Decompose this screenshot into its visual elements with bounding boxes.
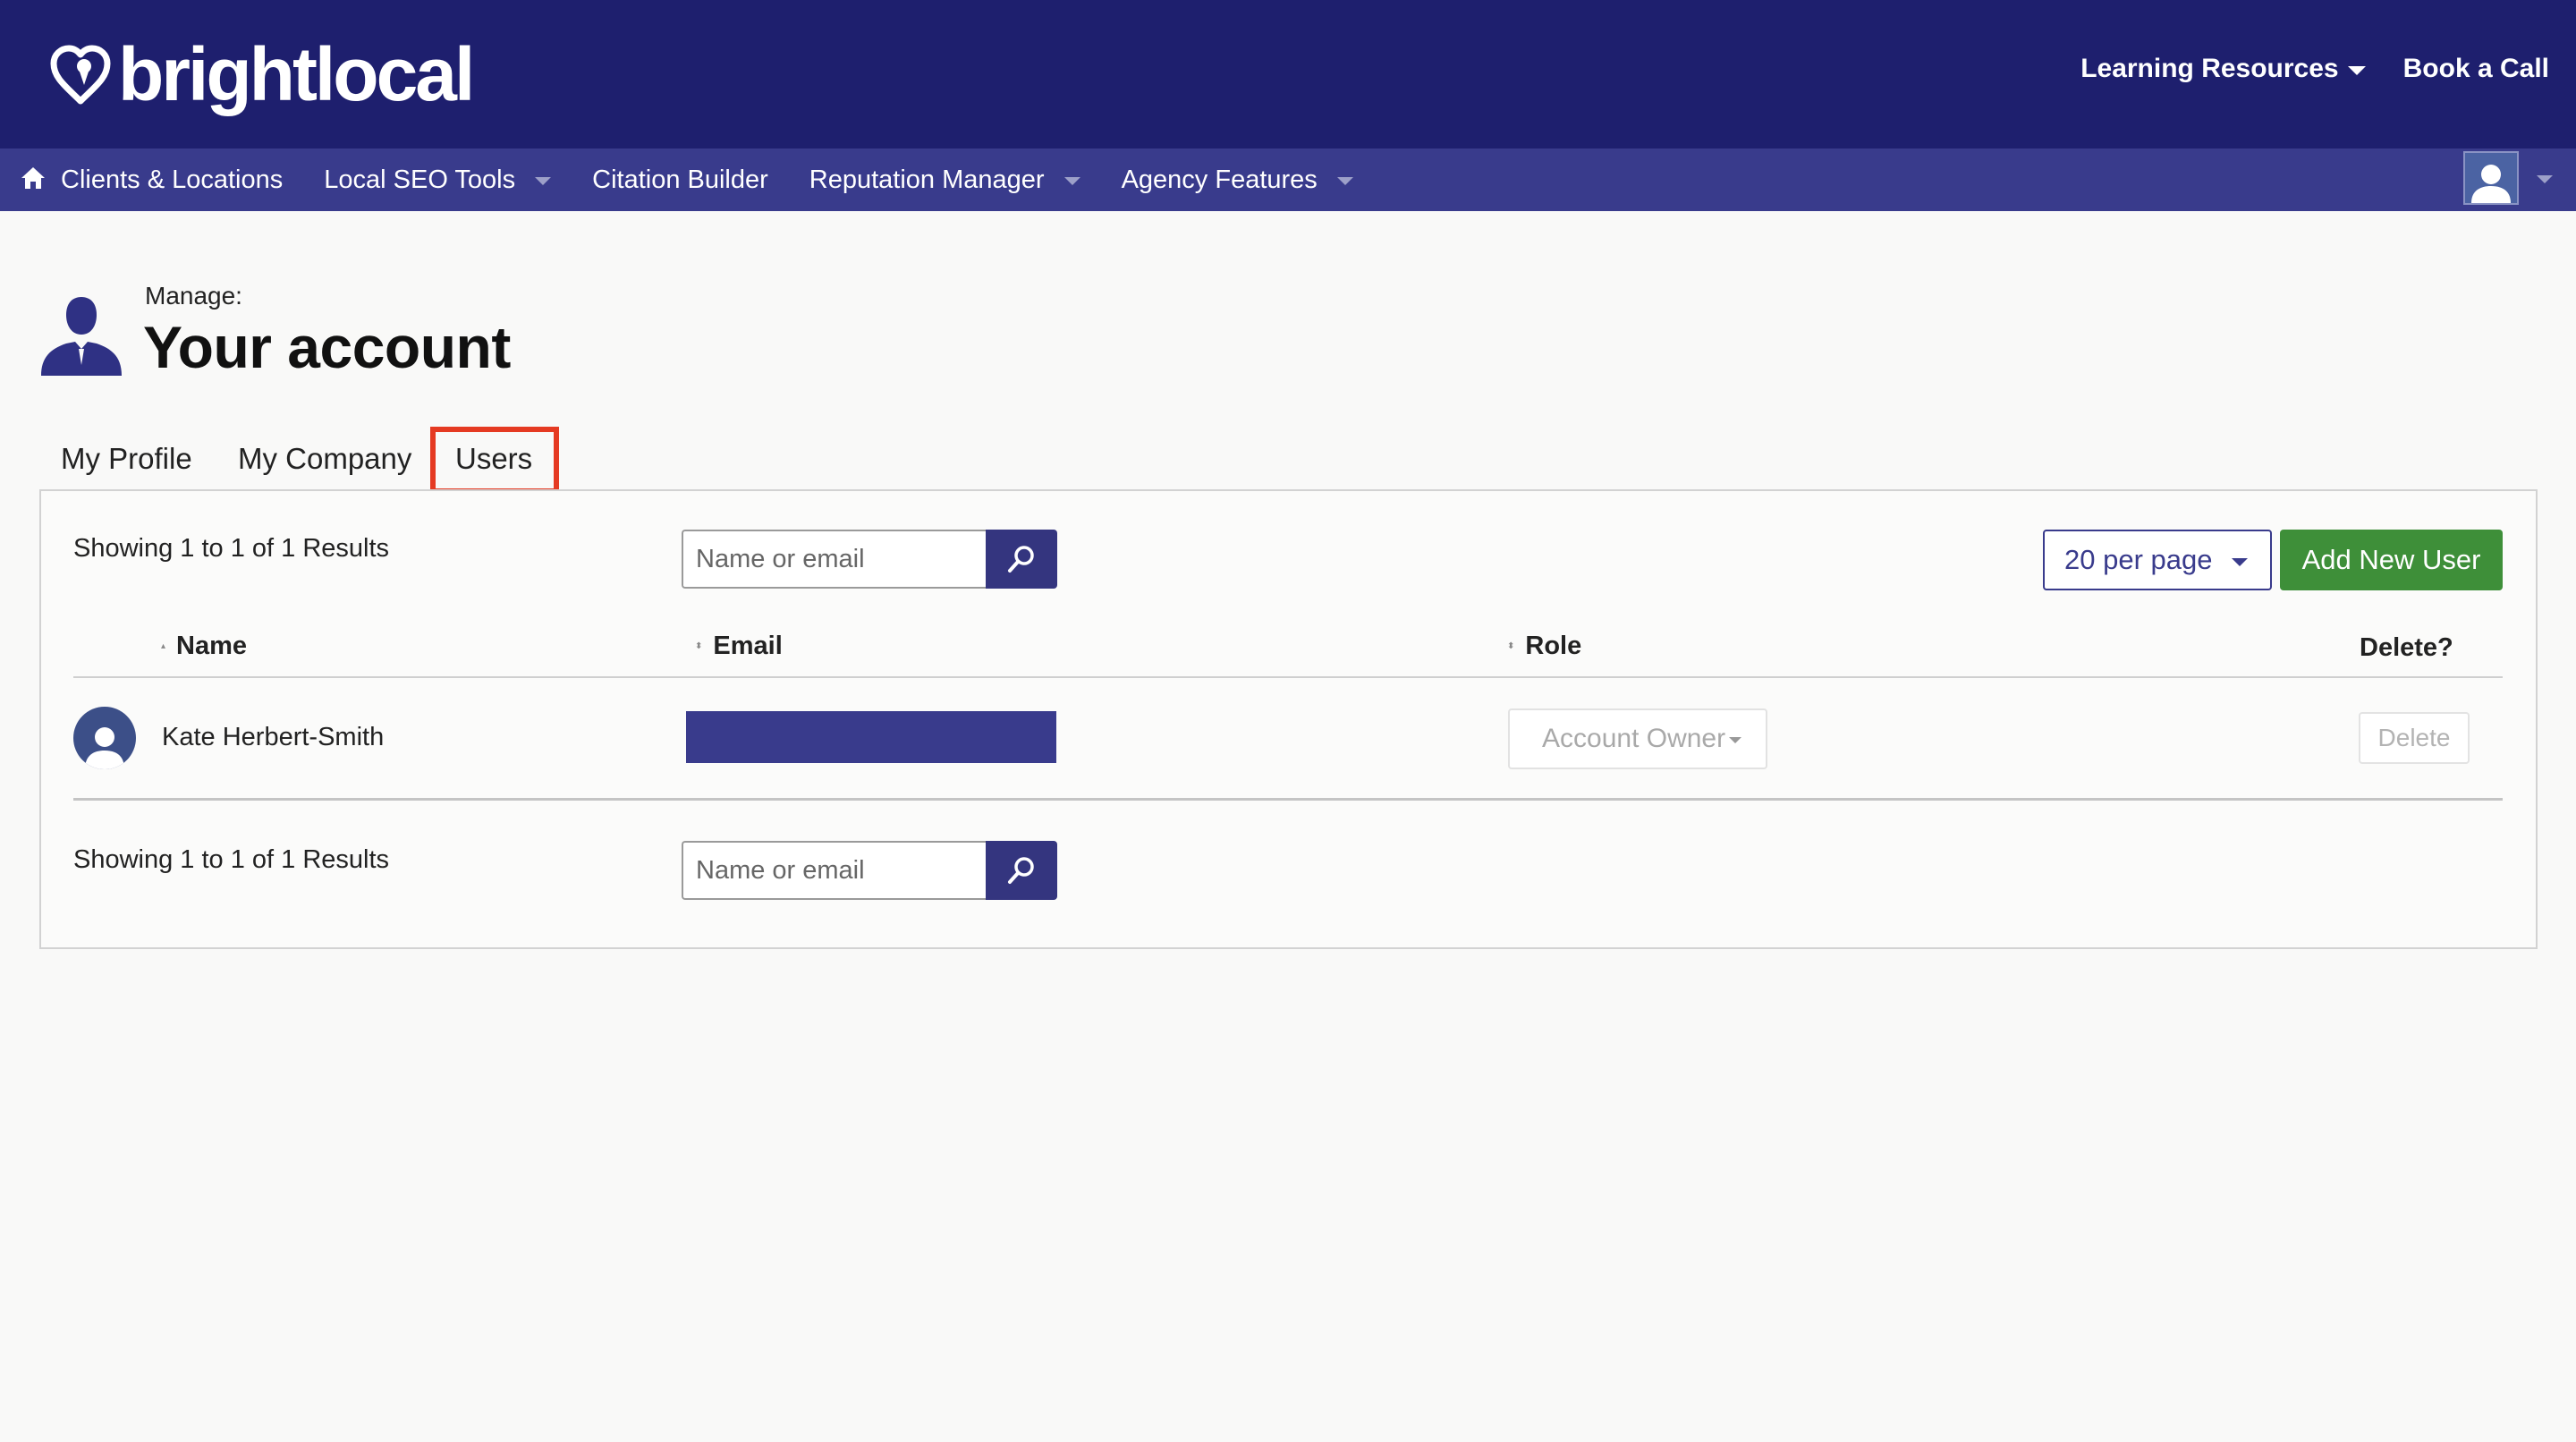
- nav-item-clients-locations[interactable]: Clients & Locations: [61, 165, 283, 195]
- page-title: Your account: [143, 314, 511, 380]
- search-icon: [1008, 857, 1034, 884]
- per-page-label: 20 per page: [2064, 544, 2213, 575]
- column-label: Delete?: [2360, 633, 2453, 662]
- nav-item-local-seo-tools[interactable]: Local SEO Tools: [324, 165, 552, 195]
- top-links: Learning Resources Book a Call: [2080, 54, 2549, 84]
- column-header-delete: Delete?: [2360, 633, 2453, 663]
- user-avatar-icon: [85, 727, 124, 769]
- column-header-email[interactable]: ⬍ Email: [695, 632, 783, 661]
- main-nav: Clients & Locations Local SEO Tools Cita…: [0, 148, 2576, 211]
- learning-resources-menu[interactable]: Learning Resources: [2080, 54, 2366, 84]
- chevron-down-icon: [2347, 65, 2366, 75]
- delete-user-button: Delete: [2359, 712, 2470, 764]
- search-button[interactable]: [986, 530, 1057, 589]
- role-value: Account Owner: [1542, 724, 1726, 753]
- nav-item-label: Local SEO Tools: [324, 165, 516, 194]
- tab-users[interactable]: Users: [455, 442, 532, 476]
- results-count-bottom: Showing 1 to 1 of 1 Results: [73, 845, 390, 874]
- column-header-name[interactable]: ▴ Name: [161, 632, 247, 661]
- learning-resources-label: Learning Resources: [2080, 54, 2339, 83]
- search-input[interactable]: [682, 530, 986, 589]
- sort-icon: ⬍: [695, 640, 703, 651]
- column-label: Role: [1525, 632, 1582, 660]
- top-header: brightlocal Learning Resources Book a Ca…: [0, 0, 2576, 148]
- search-button[interactable]: [986, 841, 1057, 900]
- tab-my-profile[interactable]: My Profile: [61, 442, 192, 476]
- chevron-down-icon: [535, 176, 552, 185]
- sort-icon: ▴: [161, 640, 166, 651]
- redacted-email: [686, 711, 1056, 763]
- chevron-down-icon: [1063, 176, 1080, 185]
- nav-items: Clients & Locations Local SEO Tools Cita…: [61, 148, 1394, 211]
- nav-item-label: Clients & Locations: [61, 165, 284, 194]
- column-label: Name: [176, 632, 248, 660]
- user-name: Kate Herbert-Smith: [162, 723, 385, 751]
- tab-my-company[interactable]: My Company: [238, 442, 411, 476]
- add-new-user-button[interactable]: Add New User: [2280, 530, 2503, 590]
- nav-item-label: Reputation Manager: [809, 165, 1045, 194]
- book-a-call-link[interactable]: Book a Call: [2403, 54, 2549, 84]
- chevron-down-icon[interactable]: [2537, 175, 2553, 183]
- brightlocal-logo[interactable]: brightlocal: [48, 32, 475, 116]
- chevron-down-icon: [1729, 736, 1742, 743]
- avatar: [73, 707, 136, 769]
- chevron-down-icon: [2232, 557, 2249, 566]
- search-input[interactable]: [682, 841, 986, 900]
- nav-item-agency-features[interactable]: Agency Features: [1122, 165, 1353, 195]
- role-select: Account Owner: [1508, 708, 1767, 769]
- search-icon: [1008, 546, 1034, 573]
- home-icon[interactable]: [20, 165, 47, 191]
- user-search-bottom: [682, 841, 1057, 900]
- nav-item-reputation-manager[interactable]: Reputation Manager: [809, 165, 1080, 195]
- per-page-select[interactable]: 20 per page: [2043, 530, 2272, 590]
- account-menu-avatar[interactable]: [2463, 151, 2519, 205]
- results-count-top: Showing 1 to 1 of 1 Results: [73, 534, 390, 563]
- column-header-role[interactable]: ⬍ Role: [1507, 632, 1581, 661]
- brand-name: brightlocal: [118, 32, 475, 116]
- nav-item-label: Citation Builder: [592, 165, 768, 194]
- nav-item-label: Agency Features: [1121, 165, 1318, 194]
- account-person-icon: [41, 297, 122, 376]
- nav-item-citation-builder[interactable]: Citation Builder: [592, 165, 768, 195]
- sort-icon: ⬍: [1507, 640, 1515, 651]
- table-header-divider: [73, 676, 2503, 678]
- table-footer-divider: [73, 798, 2503, 801]
- book-a-call-label: Book a Call: [2402, 54, 2549, 83]
- manage-label: Manage:: [145, 282, 242, 310]
- column-label: Email: [713, 632, 783, 660]
- chevron-down-icon: [1336, 176, 1353, 185]
- user-avatar-icon: [2471, 165, 2511, 203]
- heart-pin-logo-icon: [50, 45, 111, 105]
- user-search-top: [682, 530, 1057, 589]
